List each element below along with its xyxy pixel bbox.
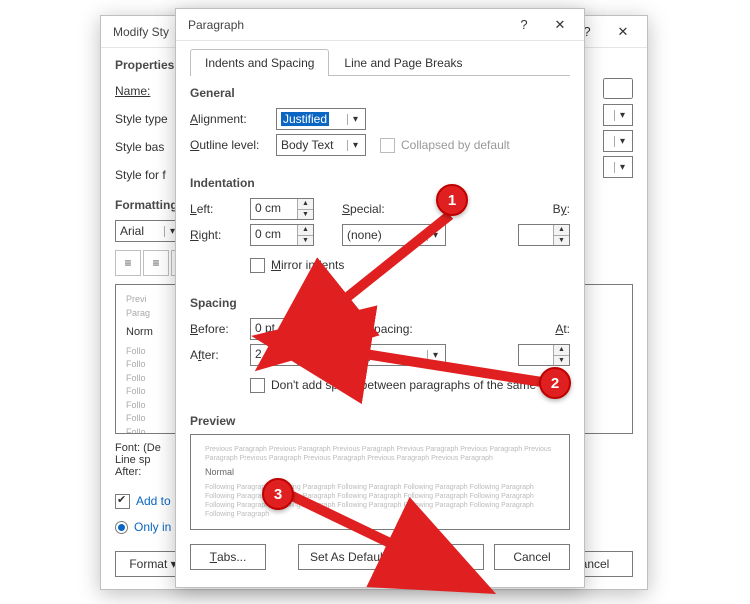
annotation-badge-3: 3 (262, 478, 294, 510)
annotation-badge-1: 1 (436, 184, 468, 216)
annotation-badge-2: 2 (539, 367, 571, 399)
